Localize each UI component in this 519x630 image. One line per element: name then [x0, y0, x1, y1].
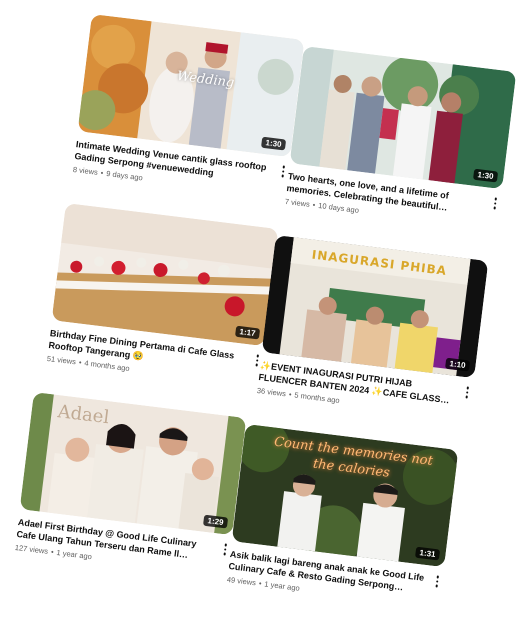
- video-card[interactable]: INAGURASI PHIBA 1:10 ✨EVENT INAGURASI PU…: [256, 235, 489, 421]
- separator: •: [288, 389, 293, 400]
- more-actions-icon[interactable]: [431, 573, 443, 590]
- upload-age: 1 year ago: [56, 547, 93, 562]
- view-count: 36 views: [256, 385, 287, 399]
- view-count: 7 views: [284, 196, 311, 209]
- more-actions-icon[interactable]: [489, 195, 501, 212]
- separator: •: [78, 357, 83, 368]
- video-card[interactable]: Count the memories not the calories 1:31…: [226, 424, 459, 610]
- video-grid: Wedding 1:30 Intimate Wedding Venue cant…: [0, 0, 519, 630]
- more-actions-icon[interactable]: [461, 384, 473, 401]
- video-card[interactable]: Wedding 1:30 Intimate Wedding Venue cant…: [72, 14, 305, 200]
- video-card[interactable]: 1:30 Two hearts, one love, and a lifetim…: [284, 46, 517, 232]
- video-thumbnail[interactable]: Wedding 1:30: [77, 14, 305, 158]
- video-thumbnail[interactable]: 1:30: [289, 46, 517, 190]
- upload-age: 9 days ago: [105, 168, 144, 183]
- upload-age: 1 year ago: [263, 579, 301, 593]
- view-count: 49 views: [226, 574, 257, 588]
- video-card[interactable]: Adael 1:29 Adael First Birthday @ Good L…: [14, 392, 247, 578]
- separator: •: [312, 200, 316, 210]
- video-card[interactable]: 1:17 Birthday Fine Dining Pertama di Caf…: [46, 203, 279, 389]
- thumbnail-image: [19, 392, 247, 536]
- upload-age: 10 days ago: [317, 200, 360, 215]
- separator: •: [50, 547, 55, 557]
- upload-age: 4 months ago: [83, 358, 131, 373]
- video-thumbnail[interactable]: Adael 1:29: [19, 392, 247, 536]
- thumbnail-image: [289, 46, 517, 190]
- view-count: 51 views: [46, 353, 77, 367]
- thumbnail-image: [51, 203, 279, 347]
- video-thumbnail[interactable]: INAGURASI PHIBA 1:10: [261, 235, 489, 379]
- upload-age: 5 months ago: [293, 390, 341, 405]
- separator: •: [258, 578, 263, 589]
- view-count: 8 views: [72, 164, 99, 177]
- separator: •: [100, 168, 104, 178]
- view-count: 127 views: [14, 542, 49, 556]
- video-thumbnail[interactable]: Count the memories not the calories 1:31: [231, 424, 459, 568]
- video-thumbnail[interactable]: 1:17: [51, 203, 279, 347]
